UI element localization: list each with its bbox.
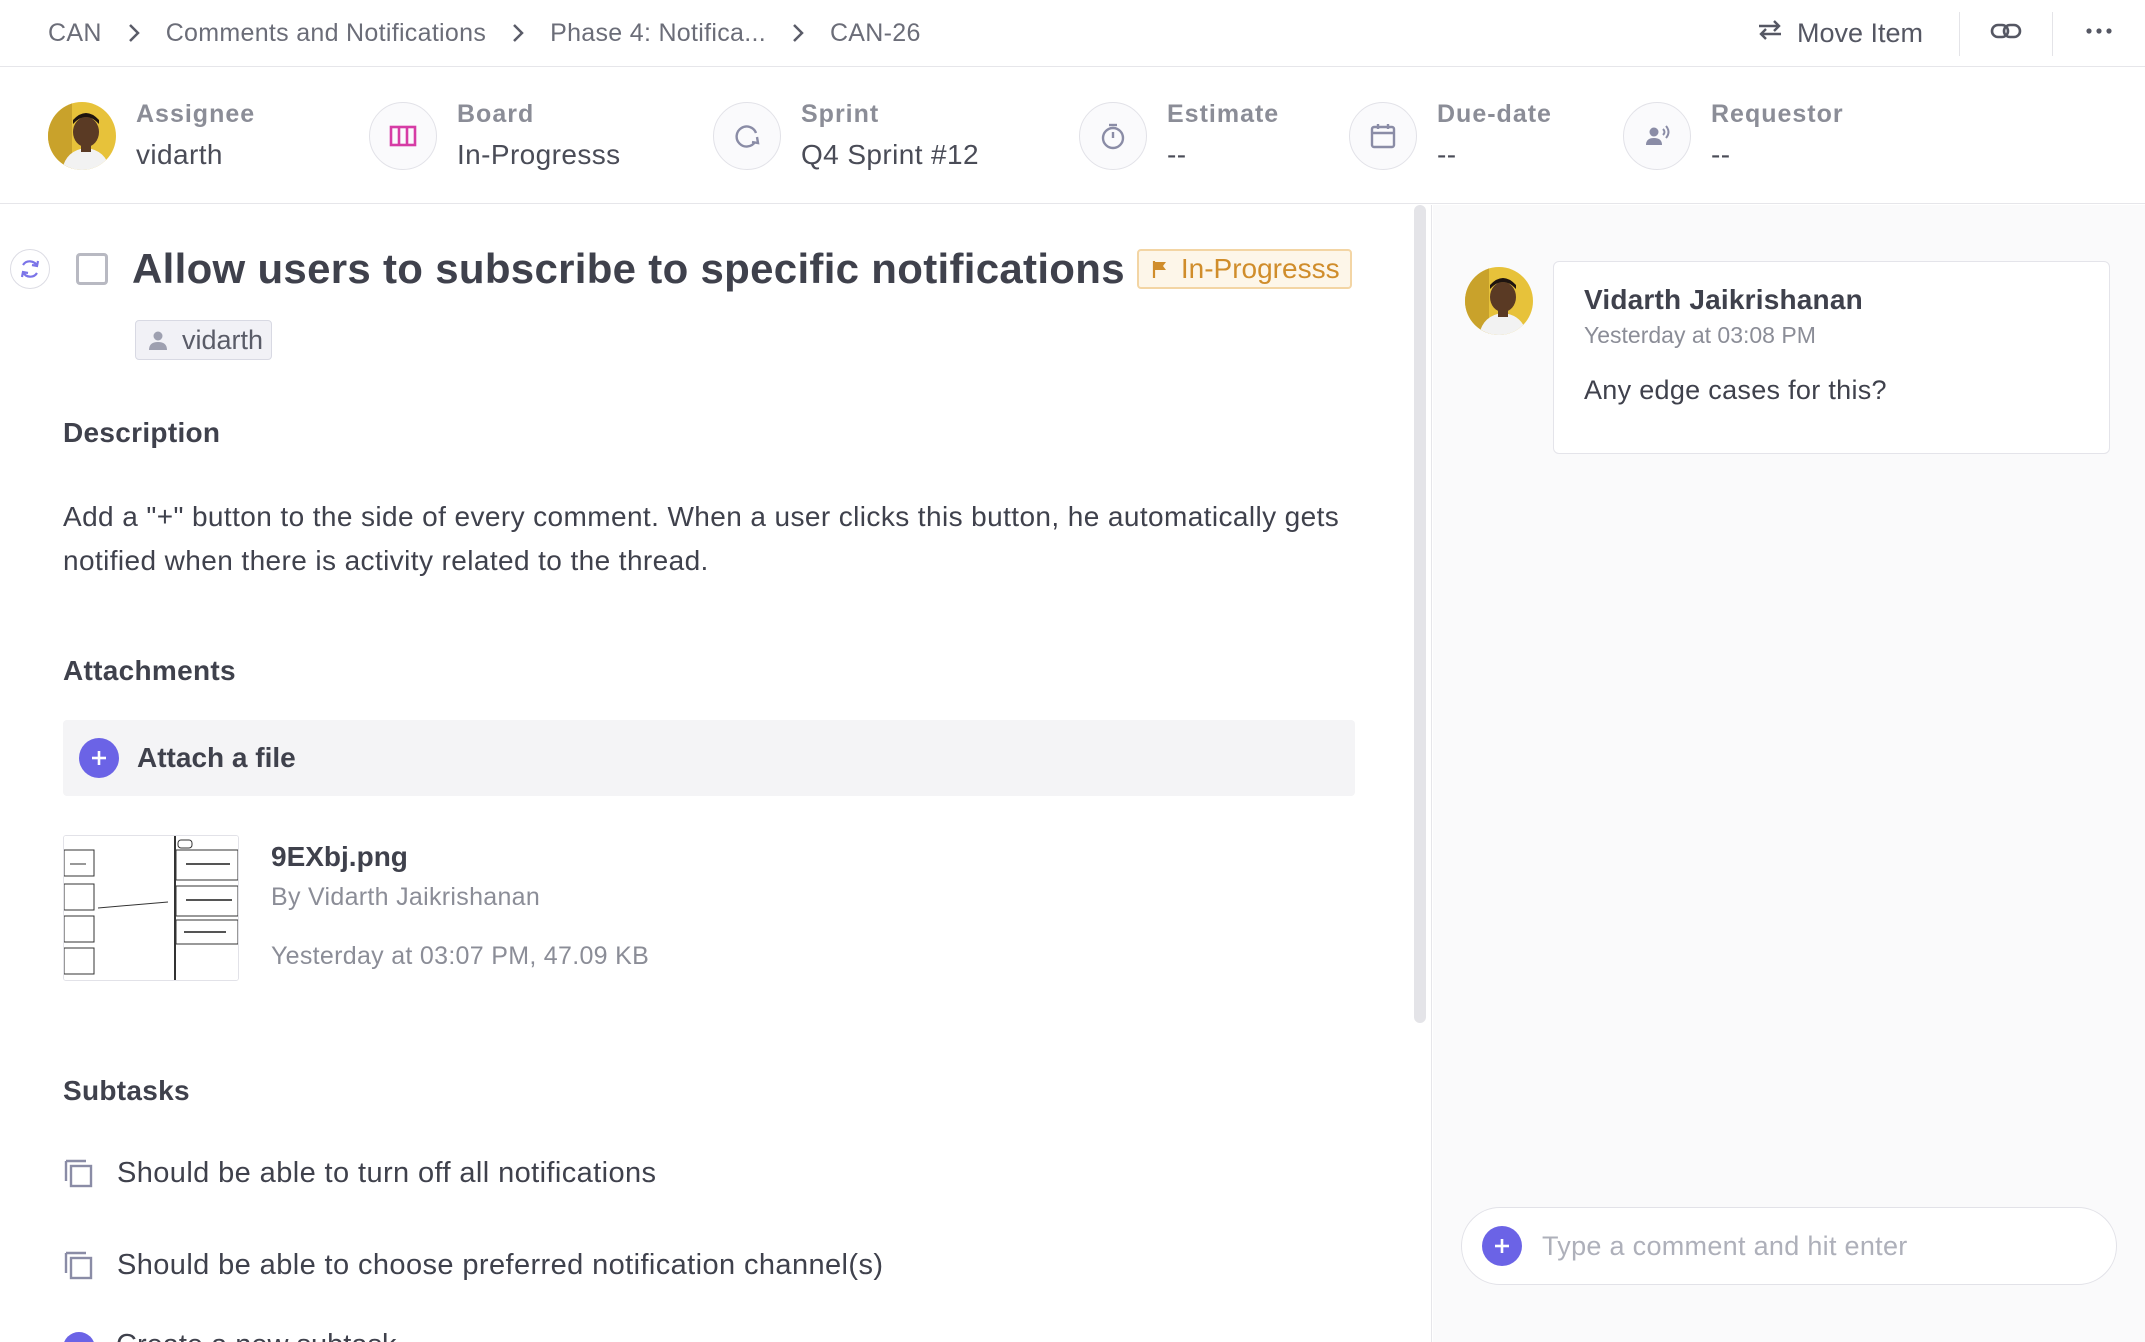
subtask-item[interactable]: Should be able to turn off all notificat… xyxy=(63,1157,656,1190)
sync-icon[interactable] xyxy=(10,249,50,289)
attachment-meta: Yesterday at 03:07 PM, 47.09 KB xyxy=(271,942,650,970)
comment-input-box[interactable] xyxy=(1461,1207,2117,1285)
item-metadata-row: Assignee vidarth Board In-Progresss Spri… xyxy=(0,67,2145,204)
assignee-chip[interactable]: vidarth xyxy=(135,320,273,360)
chevron-right-icon xyxy=(766,0,830,66)
avatar xyxy=(48,101,116,170)
sprint-value: Q4 Sprint #12 xyxy=(801,139,979,170)
subtask-label: Should be able to choose preferred notif… xyxy=(117,1249,884,1281)
sprint-field[interactable]: Sprint Q4 Sprint #12 xyxy=(713,67,979,204)
attachment-uploader: By Vidarth Jaikrishanan xyxy=(271,883,541,911)
calendar-icon xyxy=(1349,101,1417,170)
description-text[interactable]: Add a "+" button to the side of every co… xyxy=(63,495,1363,583)
breadcrumb-item-project[interactable]: CAN xyxy=(48,19,102,48)
assignee-chip-label: vidarth xyxy=(182,324,264,355)
comments-panel: Vidarth Jaikrishanan Yesterday at 03:08 … xyxy=(1433,205,2145,1342)
plus-icon xyxy=(79,738,119,778)
item-detail-panel: Allow users to subscribe to specific not… xyxy=(0,205,1432,1342)
subtasks-heading: Subtasks xyxy=(63,1075,190,1106)
user-icon xyxy=(149,331,167,350)
copy-link-button[interactable] xyxy=(1960,0,2052,67)
requestor-label: Requestor xyxy=(1711,100,1844,128)
swap-arrows-icon xyxy=(1755,18,1785,49)
requestor-icon xyxy=(1623,101,1691,170)
due-date-value: -- xyxy=(1437,139,1457,170)
breadcrumb-item-current: CAN-26 xyxy=(829,18,921,47)
comment-card[interactable]: Vidarth Jaikrishanan Yesterday at 03:08 … xyxy=(1553,261,2110,454)
comment-body: Any edge cases for this? xyxy=(1584,375,1887,405)
move-item-button[interactable]: Move Item xyxy=(1735,0,1959,67)
comment-input[interactable] xyxy=(1542,1230,2102,1262)
requestor-value: -- xyxy=(1711,139,1731,170)
attachment-item[interactable]: 9EXbj.png By Vidarth Jaikrishanan Yester… xyxy=(63,835,649,981)
chevron-right-icon xyxy=(102,0,166,66)
sprint-label: Sprint xyxy=(801,100,880,128)
stopwatch-icon xyxy=(1079,101,1147,170)
move-item-label: Move Item xyxy=(1796,18,1923,48)
description-heading: Description xyxy=(63,417,221,448)
attachments-heading: Attachments xyxy=(63,655,236,686)
scrollbar[interactable] xyxy=(1414,205,1426,1023)
add-subtask-label[interactable]: Create a new subtask xyxy=(116,1329,416,1342)
item-title[interactable]: Allow users to subscribe to specific not… xyxy=(132,245,1125,293)
board-columns-icon xyxy=(369,101,437,170)
top-bar: CAN Comments and Notifications Phase 4: … xyxy=(0,0,2145,67)
flag-icon xyxy=(1152,261,1166,278)
due-date-field[interactable]: Due-date -- xyxy=(1349,67,1552,204)
estimate-field[interactable]: Estimate -- xyxy=(1079,67,1279,204)
plus-icon[interactable] xyxy=(1482,1226,1522,1266)
attach-file-label: Attach a file xyxy=(137,742,296,773)
subtask-icon xyxy=(64,1159,93,1187)
attach-file-button[interactable]: Attach a file xyxy=(63,720,1355,796)
subtask-icon xyxy=(64,1251,93,1279)
comment-timestamp: Yesterday at 03:08 PM xyxy=(1584,322,1816,348)
more-horizontal-icon xyxy=(2082,14,2116,53)
status-badge[interactable]: In-Progresss xyxy=(1136,249,1352,289)
assignee-value: vidarth xyxy=(136,139,223,170)
breadcrumb: CAN Comments and Notifications Phase 4: … xyxy=(0,0,921,66)
more-options-button[interactable] xyxy=(2053,0,2145,67)
board-value: In-Progresss xyxy=(457,139,621,170)
breadcrumb-item-epic[interactable]: Comments and Notifications xyxy=(166,19,486,48)
attachment-thumbnail[interactable] xyxy=(63,835,239,981)
subtask-label: Should be able to turn off all notificat… xyxy=(117,1157,657,1189)
add-subtask-text: Create a new subtask xyxy=(116,1329,416,1342)
estimate-label: Estimate xyxy=(1167,100,1280,128)
estimate-value: -- xyxy=(1167,139,1187,170)
requestor-field[interactable]: Requestor -- xyxy=(1623,67,1844,204)
complete-checkbox[interactable] xyxy=(76,253,108,285)
add-subtask-icon[interactable] xyxy=(63,1332,95,1342)
board-label: Board xyxy=(457,100,535,128)
subtask-item[interactable]: Should be able to choose preferred notif… xyxy=(63,1249,883,1282)
due-date-label: Due-date xyxy=(1437,100,1552,128)
sprint-cycle-icon xyxy=(713,101,781,170)
breadcrumb-item-phase[interactable]: Phase 4: Notifica... xyxy=(550,19,766,48)
status-label: In-Progresss xyxy=(1180,253,1340,284)
assignee-label: Assignee xyxy=(136,100,256,128)
avatar xyxy=(1465,267,1533,335)
chevron-right-icon xyxy=(486,0,550,66)
comment-author: Vidarth Jaikrishanan xyxy=(1584,284,1863,315)
link-icon xyxy=(1989,14,2023,53)
assignee-field[interactable]: Assignee vidarth xyxy=(48,67,255,204)
board-field[interactable]: Board In-Progresss xyxy=(369,67,621,204)
attachment-filename[interactable]: 9EXbj.png xyxy=(271,841,649,873)
